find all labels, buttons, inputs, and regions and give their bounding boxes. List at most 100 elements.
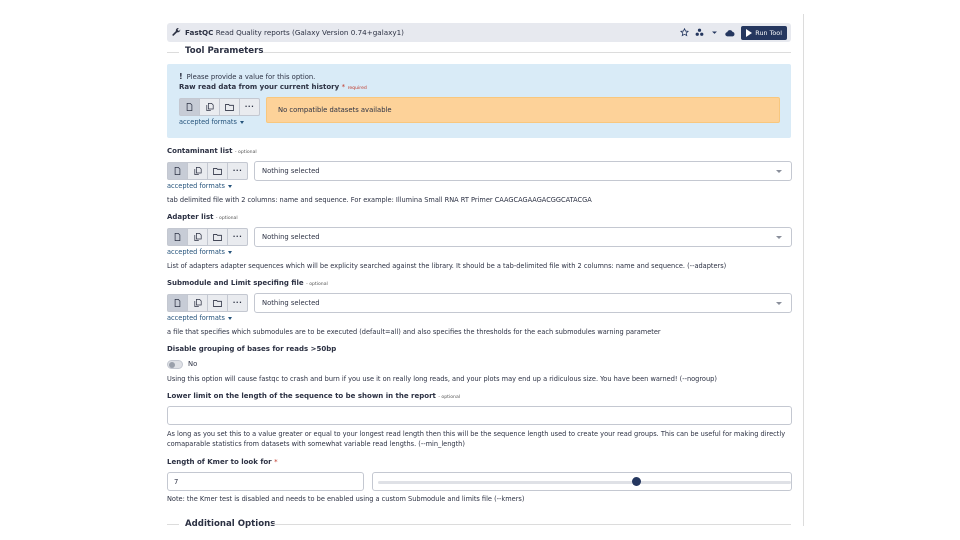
multiple-datasets-button[interactable] [187, 294, 208, 312]
wrench-icon [172, 28, 181, 37]
ellipsis-icon: ··· [232, 233, 243, 241]
folder-icon [213, 299, 222, 307]
collection-button[interactable] [207, 294, 228, 312]
slider-track[interactable] [378, 481, 791, 484]
toggle-value: No [188, 360, 198, 368]
tool-title: FastQC Read Quality reports (Galaxy Vers… [185, 28, 404, 37]
adapter-select[interactable]: Nothing selected [254, 227, 792, 247]
caret-down-icon [227, 250, 232, 254]
more-options-button[interactable]: ··· [239, 98, 260, 116]
chevron-down-icon[interactable] [707, 26, 722, 39]
accepted-formats-toggle[interactable]: accepted formats [167, 314, 232, 322]
required-star: * [341, 83, 346, 91]
param-label: Raw read data from your current history … [179, 83, 367, 91]
nogroup-toggle[interactable] [167, 360, 183, 369]
files-icon [205, 103, 214, 111]
submodule-file-label: Submodule and Limit specifing file - opt… [167, 279, 328, 287]
adapter-help: List of adapters adapter sequences which… [167, 262, 727, 270]
kmer-value: 7 [174, 477, 179, 486]
required-warning: ! Please provide a value for this option… [179, 72, 315, 81]
kmer-help: Note: the Kmer test is disabled and need… [167, 495, 525, 503]
folder-icon [213, 167, 222, 175]
accepted-formats-label: accepted formats [167, 314, 225, 322]
kmer-label: Length of Kmer to look for * [167, 458, 278, 466]
required-star: * [274, 458, 278, 466]
param-label-text: Submodule and Limit specifing file [167, 279, 304, 287]
chevron-down-icon [776, 236, 782, 239]
additional-options-section[interactable]: Additional Options [167, 518, 791, 530]
section-title: Additional Options [185, 519, 276, 529]
folder-icon [213, 233, 222, 241]
slider-handle[interactable] [631, 477, 641, 486]
panel-divider [803, 14, 804, 526]
files-icon [193, 233, 202, 241]
param-label-text: Disable grouping of bases for reads >50b… [167, 345, 337, 353]
more-options-button[interactable]: ··· [227, 228, 248, 246]
required-tag: required [347, 86, 367, 91]
chevron-down-icon [776, 170, 782, 173]
contaminant-list-label: Contaminant list - optional [167, 147, 257, 155]
accepted-formats-toggle[interactable]: accepted formats [167, 182, 232, 190]
star-icon[interactable] [677, 26, 692, 39]
select-value: Nothing selected [262, 299, 320, 307]
toggle-knob [169, 362, 175, 368]
select-value: Nothing selected [262, 233, 320, 241]
file-icon [174, 233, 181, 241]
min-length-label: Lower limit on the length of the sequenc… [167, 392, 460, 400]
select-value: Nothing selected [262, 167, 320, 175]
ellipsis-icon: ··· [244, 103, 255, 111]
multiple-datasets-button[interactable] [199, 98, 220, 116]
param-label-text: Lower limit on the length of the sequenc… [167, 392, 436, 400]
accepted-formats-toggle[interactable]: accepted formats [167, 248, 232, 256]
optional-tag: - optional [306, 282, 328, 287]
accepted-formats-toggle[interactable]: accepted formats [179, 118, 244, 126]
multiple-datasets-button[interactable] [187, 162, 208, 180]
divider [167, 52, 179, 53]
multiple-datasets-button[interactable] [187, 228, 208, 246]
submodule-help: a file that specifies which submodules a… [167, 328, 661, 336]
contaminant-mode-buttons: ··· [167, 162, 248, 180]
collection-button[interactable] [219, 98, 240, 116]
section-title: Tool Parameters [185, 46, 264, 56]
param-label-text: Contaminant list [167, 147, 233, 155]
run-tool-button[interactable]: Run Tool [741, 25, 787, 40]
kmer-input[interactable]: 7 [167, 472, 364, 491]
single-dataset-button[interactable] [179, 98, 200, 116]
sitemap-icon[interactable] [692, 26, 707, 39]
exclamation-icon: ! [179, 72, 183, 81]
more-options-button[interactable]: ··· [227, 162, 248, 180]
accepted-formats-label: accepted formats [167, 248, 225, 256]
ellipsis-icon: ··· [232, 167, 243, 175]
optional-tag: - optional [215, 216, 238, 221]
files-icon [193, 299, 202, 307]
caret-down-icon [239, 120, 244, 124]
submodule-select[interactable]: Nothing selected [254, 293, 792, 313]
collection-button[interactable] [207, 162, 228, 180]
divider [167, 524, 179, 525]
divider [271, 524, 791, 525]
collection-button[interactable] [207, 228, 228, 246]
param-label-text: Adapter list [167, 213, 214, 221]
contaminant-help: tab delimited file with 2 columns: name … [167, 196, 592, 204]
cloud-icon[interactable] [722, 26, 737, 39]
contaminant-select[interactable]: Nothing selected [254, 161, 792, 181]
files-icon [193, 167, 202, 175]
more-options-button[interactable]: ··· [227, 294, 248, 312]
adapter-list-label: Adapter list - optional [167, 213, 238, 221]
single-dataset-button[interactable] [167, 162, 188, 180]
file-icon [186, 103, 193, 111]
chevron-down-icon [776, 302, 782, 305]
min-length-input[interactable] [167, 406, 792, 425]
nogroup-label: Disable grouping of bases for reads >50b… [167, 345, 336, 353]
single-dataset-button[interactable] [167, 294, 188, 312]
adapter-mode-buttons: ··· [167, 228, 248, 246]
single-dataset-button[interactable] [167, 228, 188, 246]
folder-icon [225, 103, 234, 111]
file-icon [174, 299, 181, 307]
kmer-slider[interactable] [372, 472, 792, 491]
tool-parameters-section: Tool Parameters [167, 46, 791, 58]
tool-version: Read Quality reports (Galaxy Version 0.7… [215, 28, 404, 37]
tool-name: FastQC [185, 28, 214, 37]
optional-tag: - optional [438, 395, 461, 400]
accepted-formats-label: accepted formats [167, 182, 225, 190]
